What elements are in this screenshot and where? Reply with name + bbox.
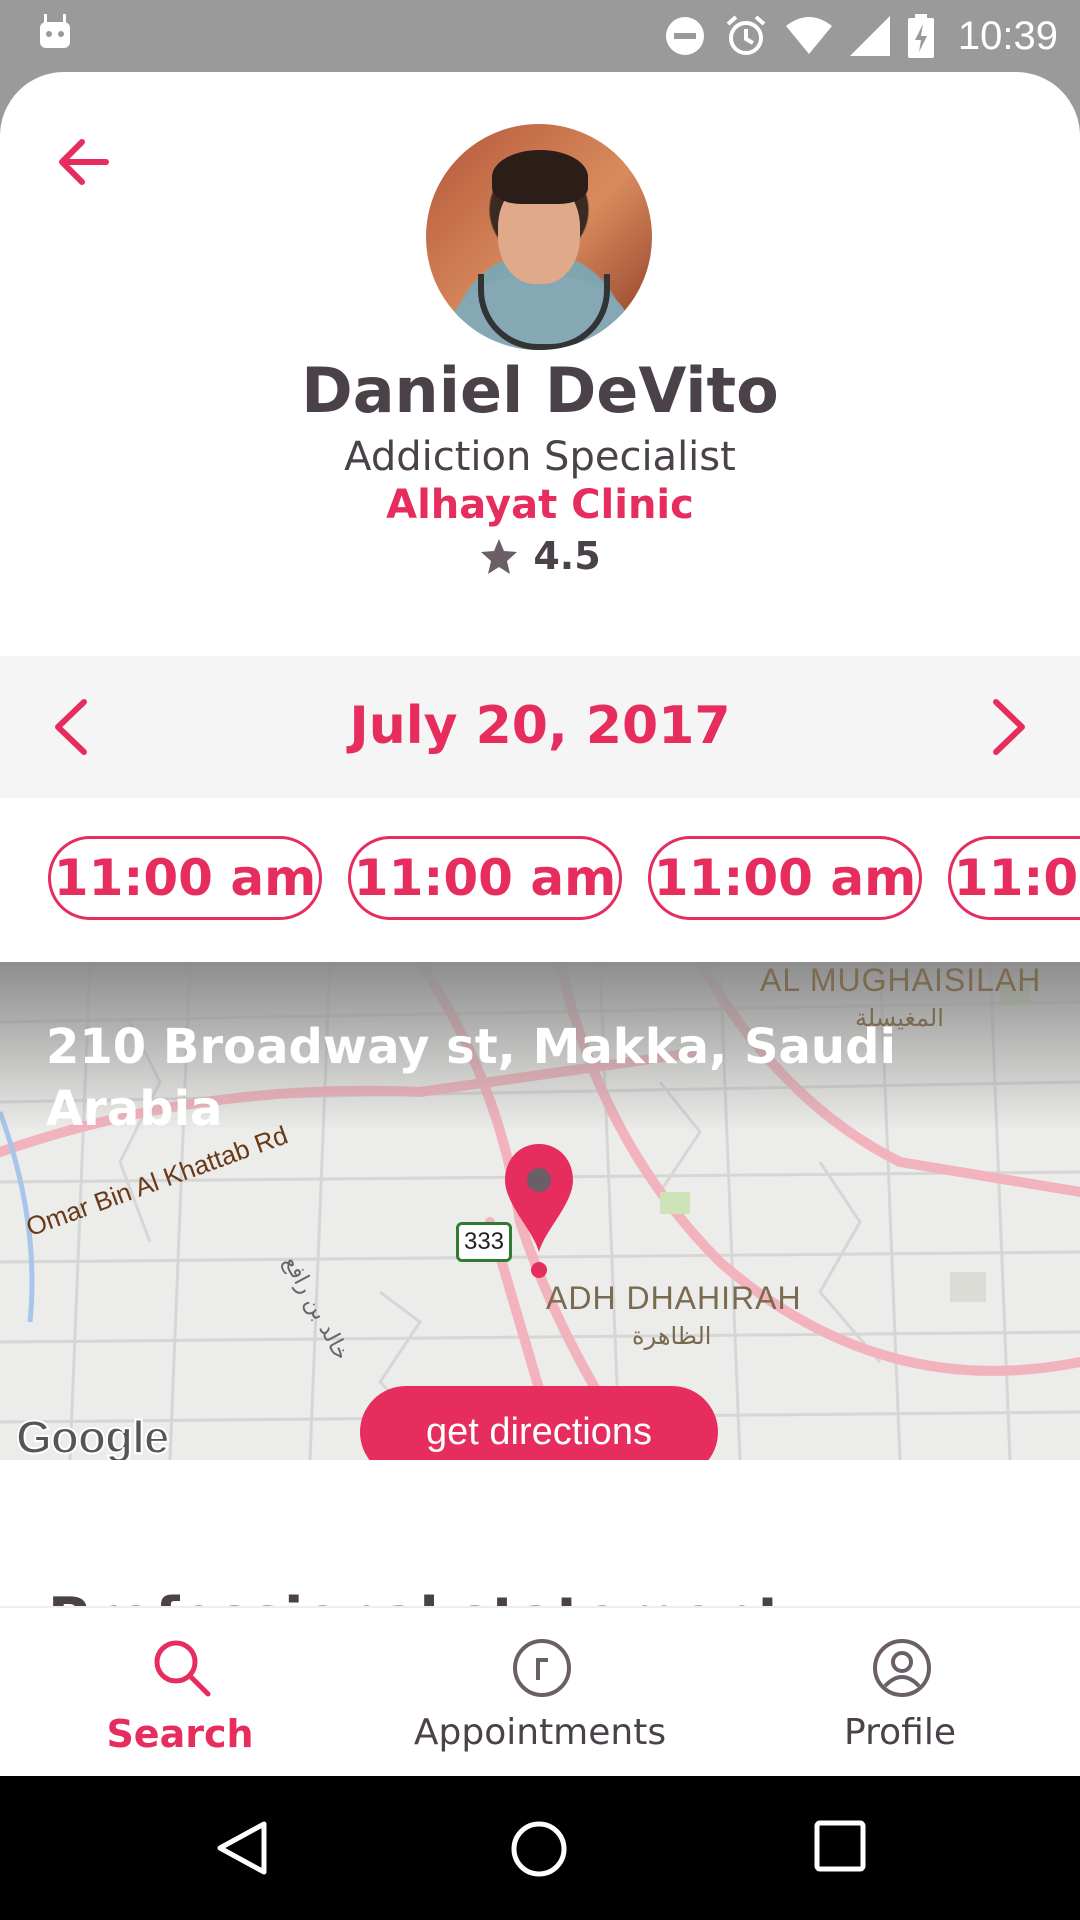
battery-charging-icon [907,14,934,58]
map-area-label: AL MUGHAISILAH [760,962,1042,998]
time-slot-button[interactable]: 11:00 am [348,836,622,920]
doctor-rating: 4.5 [0,534,1080,578]
location-map[interactable]: AL MUGHAISILAH المغيسلة Omar Bin Al Khat… [0,962,1080,1460]
time-slot-button[interactable]: 11:00 am [948,836,1080,920]
time-slot-button[interactable]: 11:00 am [48,836,322,920]
user-icon [873,1639,931,1697]
location-pin-icon [505,1144,573,1278]
doctor-name: Daniel DeVito [301,354,779,427]
nav-label-appointments: Appointments [413,1712,667,1753]
time-slot-list: 11:00 am 11:00 am 11:00 am 11:00 am [48,836,1080,926]
rating-value: 4.5 [533,534,601,578]
alarm-icon [726,15,766,55]
search-icon [154,1640,211,1697]
map-place-arabic-label: الظاهرة [632,1322,712,1350]
android-notification-icon [40,14,70,48]
clock-icon [513,1639,571,1697]
doctor-specialty: Addiction Specialist [344,434,736,480]
do-not-disturb-icon [665,17,704,55]
nav-label-search: Search [106,1712,254,1756]
doctor-avatar [426,124,652,350]
doctor-clinic[interactable]: Alhayat Clinic [0,482,1080,528]
signal-icon [849,16,890,56]
bottom-navigation: Search Appointments Profile [0,1606,1080,1776]
back-triangle-icon[interactable] [214,1820,270,1876]
map-address: 210 Broadway st, Makka, Saudi Arabia [46,1019,896,1137]
star-icon [481,539,518,574]
selected-date: July 20, 2017 [349,696,731,756]
back-arrow-icon[interactable] [52,130,116,194]
nav-item-appointments[interactable]: Appointments [360,1608,720,1778]
nav-item-profile[interactable]: Profile [720,1608,1080,1778]
nav-item-search[interactable]: Search [0,1608,360,1778]
wifi-icon [785,17,832,54]
next-date-chevron-icon[interactable] [988,696,1032,758]
system-navigation-bar [0,1776,1080,1920]
time-slot-button[interactable]: 11:00 am [648,836,922,920]
status-clock: 10:39 [957,13,1058,58]
home-circle-icon[interactable] [510,1820,568,1878]
google-logo: Google [15,1410,170,1460]
recents-square-icon[interactable] [814,1820,866,1872]
status-bar: 10:39 [0,0,1080,72]
map-place-label: ADH DHAHIRAH [546,1280,802,1316]
doctor-detail-card: Daniel DeVito Addiction Specialist Alhay… [0,72,1080,1776]
nav-label-profile: Profile [844,1712,956,1753]
date-selector: July 20, 2017 [0,656,1080,798]
get-directions-button[interactable]: get directions [360,1386,718,1460]
